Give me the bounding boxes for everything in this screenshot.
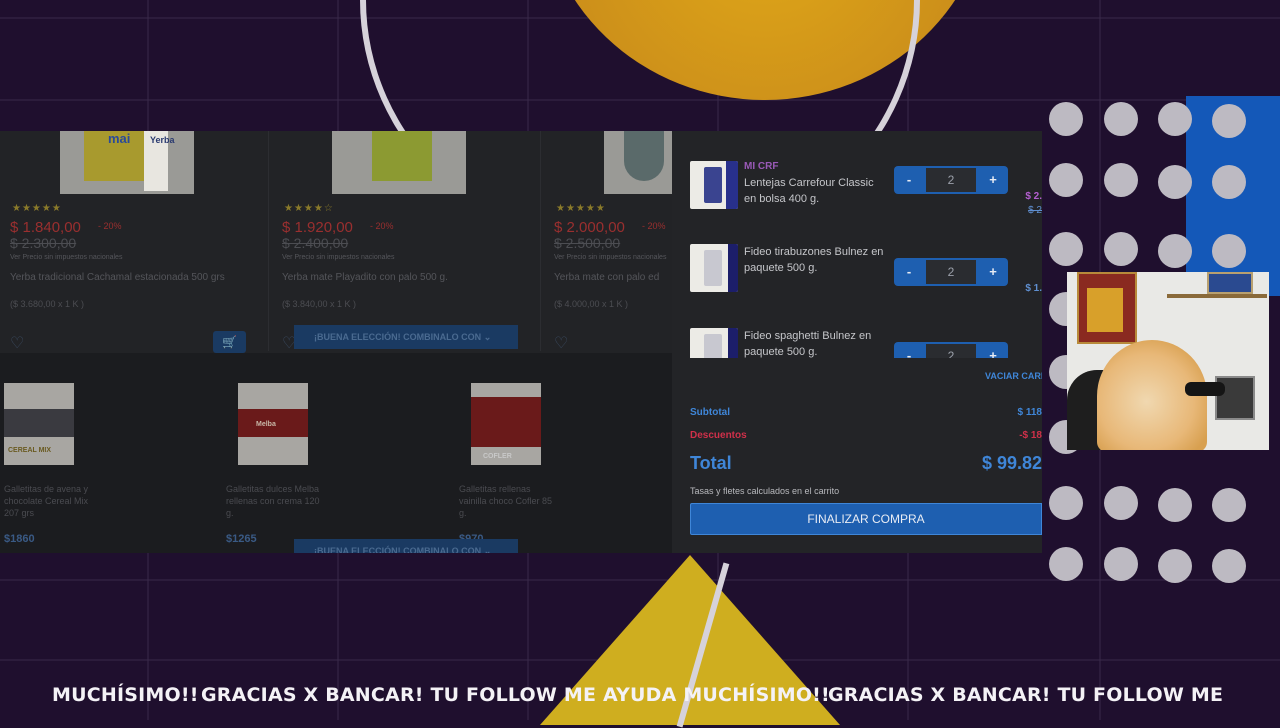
mini-product-card[interactable]: CEREAL MIX Galletitas de avena y chocola… [4, 383, 204, 545]
cart-item-image[interactable] [690, 244, 738, 292]
mini-product-card[interactable]: COFLER Galletitas rellenas vainilla choc… [459, 383, 671, 545]
cart-item: Fideo tirabuzones Bulnez en paquete 500 … [690, 244, 1042, 304]
cart-item-old-price: $ 2 [1028, 205, 1042, 216]
discount-badge: - 20% [98, 221, 122, 231]
decrease-qty-button[interactable]: - [894, 258, 924, 286]
shelf-frame [1207, 272, 1253, 294]
cart-item-name[interactable]: Fideo spaghetti Bulnez en paquete 500 g. [744, 328, 888, 358]
discounts-value: -$ 18 [1019, 430, 1042, 441]
discount-badge: - 20% [370, 221, 394, 231]
increase-qty-button[interactable]: + [978, 166, 1008, 194]
discounts-label: Descuentos [690, 430, 747, 441]
increase-qty-button[interactable]: + [978, 342, 1008, 358]
product-price: $ 2.000,00 [554, 219, 625, 236]
mini-product-name[interactable]: Galletitas rellenas vainilla choco Cofle… [459, 483, 559, 519]
mini-product-image[interactable]: Melba [238, 383, 308, 465]
tax-note-link[interactable]: Ver Precio sin impuestos nacionales [554, 254, 666, 261]
product-image-label: Yerba [150, 135, 175, 145]
product-price: $ 1.920,00 [282, 219, 353, 236]
mini-product-name[interactable]: Galletitas de avena y chocolate Cereal M… [4, 483, 104, 519]
cart-item-image[interactable] [690, 328, 738, 358]
tax-note-link[interactable]: Ver Precio sin impuestos nacionales [10, 254, 122, 261]
total-label: Total [690, 453, 732, 473]
total-value: $ 99.82 [981, 453, 1042, 473]
product-old-price: $ 2.300,00 [10, 235, 77, 251]
cart-icon: 🛒 [222, 335, 237, 349]
chevron-down-icon: ⌄ [483, 332, 492, 342]
quantity-input[interactable]: 2 [926, 260, 976, 284]
product-old-price: $ 2.400,00 [282, 235, 349, 251]
combine-suggestion-button[interactable]: ¡BUENA ELECCIÓN! COMBINALO CON ⌄ [294, 539, 518, 553]
add-to-cart-button[interactable]: 🛒 [213, 331, 246, 353]
product-grid: Yerba mai ★★★★★ $ 1.840,00 - 20% $ 2.300… [0, 131, 672, 553]
favorite-heart-icon[interactable]: ♡ [10, 335, 32, 351]
store-window: Yerba mai ★★★★★ $ 1.840,00 - 20% $ 2.300… [0, 131, 1042, 553]
quantity-stepper: - 2 + [894, 166, 1008, 194]
cart-panel: MI CRF Lentejas Carrefour Classic en bol… [672, 131, 1042, 553]
cart-item-name[interactable]: Lentejas Carrefour Classic en bolsa 400 … [744, 175, 888, 207]
checkout-button[interactable]: FINALIZAR COMPRA [690, 503, 1042, 535]
product-price: $ 1.840,00 [10, 219, 81, 236]
product-image[interactable] [604, 131, 672, 194]
quantity-input[interactable]: 2 [926, 344, 976, 358]
discount-badge: - 20% [642, 221, 666, 231]
product-image[interactable] [332, 131, 466, 194]
product-name[interactable]: Yerba mate Playadito con palo 500 g. [282, 272, 522, 283]
cart-items-list[interactable]: MI CRF Lentejas Carrefour Classic en bol… [672, 131, 1042, 358]
mini-product-name[interactable]: Galletitas dulces Melba rellenas con cre… [226, 483, 326, 519]
quantity-stepper: - 2 + [894, 342, 1008, 358]
shipping-tax-note: Tasas y fletes calculados en el carrito [690, 486, 840, 496]
mini-image-label: Melba [256, 421, 276, 428]
mini-product-image[interactable]: CEREAL MIX [4, 383, 74, 465]
wall-poster [1077, 272, 1137, 344]
combine-label: ¡BUENA ELECCIÓN! COMBINALO CON [314, 546, 482, 553]
decrease-qty-button[interactable]: - [894, 166, 924, 194]
unit-price: ($ 4.000,00 x 1 K ) [554, 299, 629, 309]
webcam-overlay [1067, 272, 1269, 450]
wall-shelf [1167, 294, 1267, 298]
cart-item-brand: MI CRF [744, 161, 779, 172]
unit-price: ($ 3.840,00 x 1 K ) [282, 299, 357, 309]
mini-image-label: CEREAL MIX [8, 447, 52, 454]
product-name[interactable]: Yerba mate con palo ed [554, 272, 672, 283]
product-name[interactable]: Yerba tradicional Cachamal estacionada 5… [10, 272, 250, 283]
sunglasses [1185, 382, 1225, 396]
product-card[interactable]: Yerba mai ★★★★★ $ 1.840,00 - 20% $ 2.300… [0, 131, 269, 353]
tax-note-link[interactable]: Ver Precio sin impuestos nacionales [282, 254, 394, 261]
combine-label: ¡BUENA ELECCIÓN! COMBINALO CON [314, 332, 482, 342]
cart-item: MI CRF Lentejas Carrefour Classic en bol… [690, 161, 1042, 221]
decrease-qty-button[interactable]: - [894, 342, 924, 358]
rating-stars: ★★★★☆ [284, 203, 334, 214]
combine-suggestion-button[interactable]: ¡BUENA ELECCIÓN! COMBINALO CON ⌄ [294, 325, 518, 349]
mini-product-image[interactable]: COFLER [471, 383, 541, 465]
cart-item: Fideo spaghetti Bulnez en paquete 500 g.… [690, 328, 1042, 358]
ticker-text: GRACIAS X BANCAR! TU FOLLOW ME AYUDA MUC… [201, 684, 830, 706]
mini-product-card[interactable]: Melba Galletitas dulces Melba rellenas c… [226, 383, 438, 545]
chevron-down-icon: ⌄ [483, 546, 492, 553]
cart-item-image[interactable] [690, 161, 738, 209]
mini-image-label: COFLER [483, 453, 512, 460]
rating-stars: ★★★★★ [556, 203, 606, 214]
cart-item-price: $ 2. [1025, 191, 1042, 202]
unit-price: ($ 3.680,00 x 1 K ) [10, 299, 85, 309]
subtotal-label: Subtotal [690, 407, 730, 418]
ticker-text-head: MUCHÍSIMO!! [52, 684, 199, 706]
quantity-input[interactable]: 2 [926, 168, 976, 192]
product-card[interactable]: ★★★★★ $ 2.000,00 - 20% $ 2.500,00 Ver Pr… [544, 131, 672, 351]
quantity-stepper: - 2 + [894, 258, 1008, 286]
rating-stars: ★★★★★ [12, 203, 62, 214]
empty-cart-link[interactable]: VACIAR CARRITO [985, 371, 1042, 381]
ticker-text-tail: GRACIAS X BANCAR! TU FOLLOW ME [828, 684, 1224, 706]
increase-qty-button[interactable]: + [978, 258, 1008, 286]
product-old-price: $ 2.500,00 [554, 235, 621, 251]
favorite-heart-icon[interactable]: ♡ [554, 335, 576, 351]
mini-product-price: $1860 [4, 533, 35, 545]
follow-ticker: MUCHÍSIMO!! GRACIAS X BANCAR! TU FOLLOW … [0, 676, 1280, 716]
product-image[interactable]: Yerba mai [60, 131, 194, 194]
product-card[interactable]: ★★★★☆ $ 1.920,00 - 20% $ 2.400,00 Ver Pr… [272, 131, 541, 351]
recommendations-row: CEREAL MIX Galletitas de avena y chocola… [0, 353, 672, 553]
subtotal-value: $ 118 [1017, 407, 1042, 418]
cart-item-price: $ 1. [1025, 283, 1042, 294]
cart-item-name[interactable]: Fideo tirabuzones Bulnez en paquete 500 … [744, 244, 888, 276]
